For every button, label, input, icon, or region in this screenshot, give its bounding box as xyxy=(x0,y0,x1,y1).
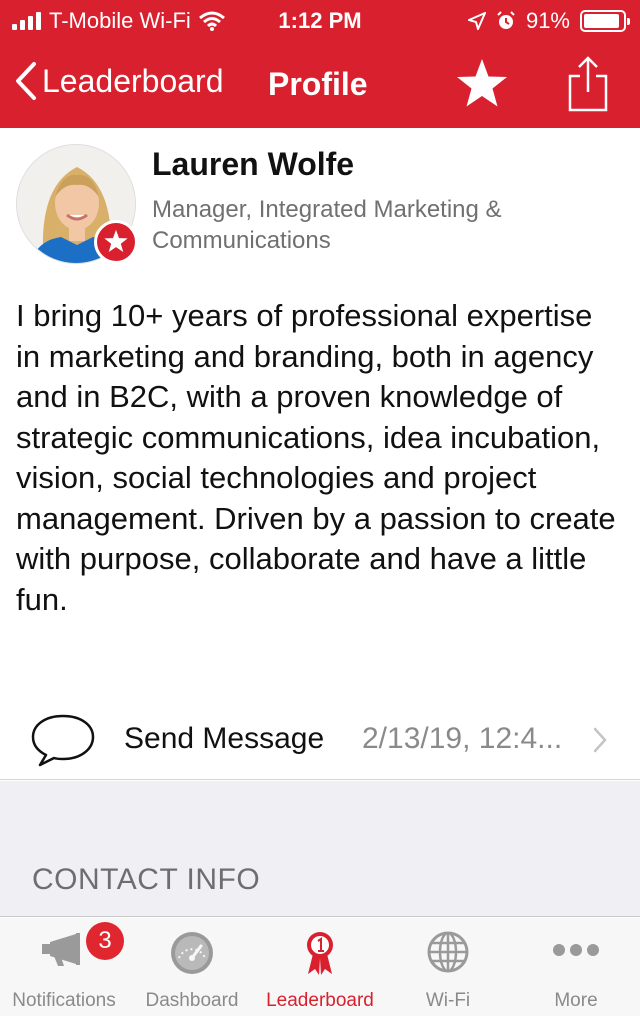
profile-bio: I bring 10+ years of professional expert… xyxy=(16,298,616,617)
tab-notifications[interactable]: 3 Notifications xyxy=(0,918,128,1016)
send-message-label: Send Message xyxy=(124,722,325,755)
tab-icon-wrap xyxy=(384,930,512,976)
chevron-left-icon xyxy=(16,62,36,100)
more-icon xyxy=(553,944,599,956)
contact-info-section: CONTACT INFO xyxy=(0,781,640,917)
star-icon[interactable] xyxy=(454,56,510,112)
back-button[interactable]: Leaderboard xyxy=(14,60,223,102)
ribbon-icon xyxy=(307,932,333,975)
speedometer-icon xyxy=(171,932,213,974)
tab-leaderboard[interactable]: Leaderboard xyxy=(256,918,384,1016)
tab-icon-wrap xyxy=(256,930,384,976)
tab-label: Dashboard xyxy=(145,990,239,1011)
tab-label: Wi-Fi xyxy=(425,990,471,1011)
battery-icon xyxy=(580,10,630,32)
status-bar: T-Mobile Wi-Fi 1:12 PM 91% xyxy=(0,0,640,42)
tab-label: Notifications xyxy=(12,990,116,1011)
alarm-icon xyxy=(497,11,515,29)
profile-role: Manager, Integrated Marketing & Communic… xyxy=(152,196,502,254)
battery-fill xyxy=(584,14,619,28)
location-icon xyxy=(467,12,486,30)
tab-icon-wrap xyxy=(128,930,256,976)
section-title: CONTACT INFO xyxy=(32,863,261,896)
avatar-wrap xyxy=(16,144,138,266)
profile-card: Lauren Wolfe Manager, Integrated Marketi… xyxy=(0,128,640,778)
tab-dashboard[interactable]: Dashboard xyxy=(128,918,256,1016)
star-badge-icon xyxy=(94,220,138,264)
globe-icon xyxy=(427,931,469,973)
notification-badge: 3 xyxy=(86,922,124,960)
tab-bar: 3 Notifications Dashboard Leaderboard Wi… xyxy=(0,918,640,1016)
profile-name: Lauren Wolfe xyxy=(152,146,355,182)
tab-label: More xyxy=(554,990,598,1011)
send-message-row[interactable]: Send Message 2/13/19, 12:4... xyxy=(0,700,640,780)
megaphone-icon xyxy=(42,933,80,966)
tab-more[interactable]: More xyxy=(512,918,640,1016)
battery-percent: 91% xyxy=(525,8,570,33)
tab-icon-wrap xyxy=(512,930,640,976)
message-date: 2/13/19, 12:4... xyxy=(362,722,563,755)
speech-bubble-icon xyxy=(31,714,95,767)
share-icon[interactable] xyxy=(566,54,610,114)
status-right: 91% xyxy=(467,8,630,34)
nav-bar: Leaderboard Profile xyxy=(0,42,640,128)
page-title: Profile xyxy=(268,66,368,102)
tab-wifi[interactable]: Wi-Fi xyxy=(384,918,512,1016)
chevron-right-icon xyxy=(593,727,607,753)
tab-label: Leaderboard xyxy=(266,990,374,1011)
back-label: Leaderboard xyxy=(42,62,224,99)
